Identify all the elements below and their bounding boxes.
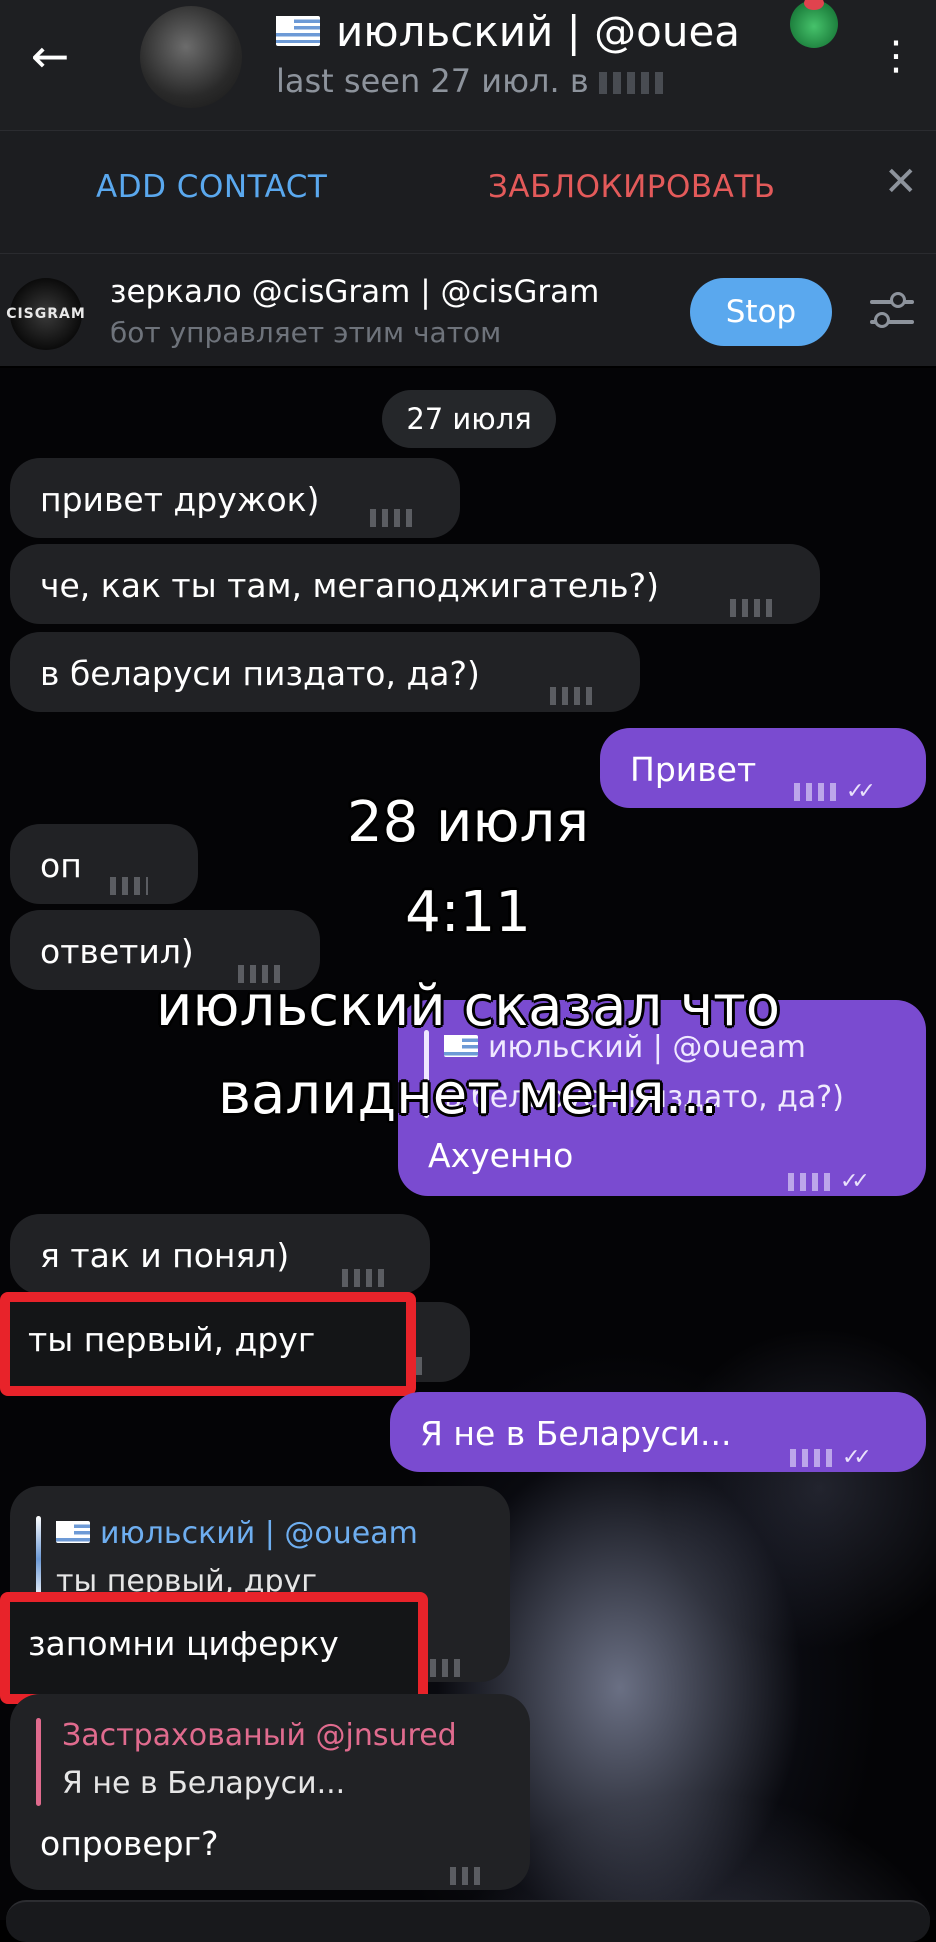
message-outgoing[interactable]: Я не в Беларуси... ✓✓	[390, 1392, 926, 1472]
reply-quote-bar	[36, 1718, 41, 1806]
bot-control-bar: CISGRAM зеркало @cisGram | @cisGram бот …	[0, 254, 936, 366]
message-time: ✓✓	[794, 770, 876, 804]
message-text: в беларуси пиздато, да?)	[40, 654, 480, 693]
message-time	[238, 952, 282, 983]
sticker-emoji-icon	[790, 0, 838, 48]
uruguay-flag-icon	[276, 16, 320, 46]
overlay-caption-time: 4:11	[405, 880, 531, 945]
overlay-caption-line4: валиднет меня...	[217, 1062, 719, 1127]
bot-logo-text: CISGRAM	[6, 306, 86, 322]
close-icon[interactable]: ✕	[884, 159, 918, 205]
message-text: Привет	[630, 750, 757, 789]
chat-header: ← июльский | @oueа last seen 27 июл. в ⋮	[0, 0, 936, 131]
message-time	[342, 1256, 386, 1287]
message-text: опроверг?	[40, 1824, 219, 1863]
more-menu-icon[interactable]: ⋮	[876, 28, 916, 84]
back-arrow-icon[interactable]: ←	[22, 28, 78, 84]
message-text: Я не в Беларуси...	[420, 1414, 732, 1453]
chat-title: июльский | @oueа	[336, 6, 741, 56]
blurred-time	[598, 72, 665, 94]
message-time	[730, 586, 774, 617]
message-incoming[interactable]: че, как ты там, мегаподжигатель?)	[10, 544, 820, 624]
message-text: запомни циферку	[28, 1624, 339, 1663]
date-separator: 27 июля	[382, 390, 556, 448]
stop-bot-button[interactable]: Stop	[690, 278, 832, 346]
message-text: привет дружок)	[40, 480, 320, 519]
reply-quoted-text: Я не в Беларуси...	[62, 1766, 346, 1801]
read-checkmarks-icon: ✓✓	[842, 1445, 872, 1470]
message-incoming-reply[interactable]: Застрахованый @jnsured Я не в Беларуси..…	[10, 1694, 530, 1890]
overlay-caption-line3: июльский сказал что	[155, 974, 781, 1039]
highlight-box: запомни циферку	[0, 1592, 428, 1704]
avatar[interactable]	[140, 6, 242, 108]
reply-author: Застрахованый @jnsured	[62, 1718, 457, 1753]
reply-author: июльский | @oueam	[56, 1516, 418, 1551]
overlay-caption-date: 28 июля	[346, 790, 590, 855]
message-incoming[interactable]: в беларуси пиздато, да?)	[10, 632, 640, 712]
message-incoming[interactable]: я так и понял)	[10, 1214, 430, 1294]
message-text: я так и понял)	[40, 1236, 290, 1275]
message-time	[430, 1646, 460, 1677]
contact-action-bar: ADD CONTACT ЗАБЛОКИРОВАТЬ ✕	[0, 131, 936, 254]
message-text: че, как ты там, мегаподжигатель?)	[40, 566, 659, 605]
block-button[interactable]: ЗАБЛОКИРОВАТЬ	[488, 169, 776, 205]
message-text: ты первый, друг	[28, 1320, 316, 1359]
bot-logo: CISGRAM	[6, 278, 85, 350]
message-time	[550, 674, 594, 705]
message-time: ✓✓	[788, 1160, 870, 1194]
add-contact-button[interactable]: ADD CONTACT	[96, 169, 327, 205]
read-checkmarks-icon: ✓✓	[840, 1169, 870, 1194]
message-text: Ахуенно	[428, 1136, 574, 1175]
settings-sliders-icon[interactable]	[866, 290, 918, 334]
uruguay-flag-icon	[56, 1521, 90, 1543]
message-time	[370, 496, 414, 527]
bot-title: зеркало @cisGram | @cisGram	[110, 274, 600, 310]
reply-quote-bar	[36, 1516, 41, 1602]
message-incoming[interactable]: привет дружок)	[10, 458, 460, 538]
message-time	[450, 1854, 480, 1885]
bot-subtitle: бот управляет этим чатом	[110, 316, 502, 349]
message-time: ✓✓	[790, 1436, 872, 1470]
message-input-bar[interactable]	[6, 1900, 930, 1942]
last-seen-status: last seen 27 июл. в	[276, 62, 665, 100]
highlight-box: ты первый, друг	[0, 1292, 416, 1396]
chat-title-row[interactable]: июльский | @oueа	[276, 6, 740, 56]
